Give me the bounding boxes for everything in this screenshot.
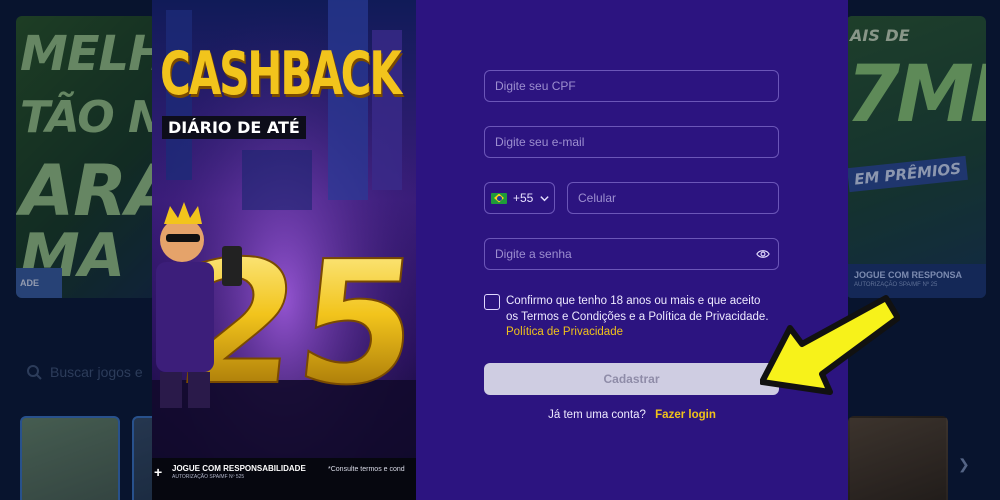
cashback-promo-image: 25% CASHBACK DIÁRIO DE ATÉ + JOGUE COM R… (152, 0, 416, 500)
signup-form-panel: +55 Confirmo que tenho 18 anos ou mais e… (416, 0, 848, 500)
login-prompt: Já tem uma conta? Fazer login (416, 409, 848, 421)
terms-line2: os Termos e Condições e a Política de Pr… (506, 310, 769, 323)
login-link[interactable]: Fazer login (655, 409, 716, 421)
have-account-text: Já tem uma conta? (548, 409, 646, 421)
privacy-policy-link[interactable]: Política de Privacidade (506, 325, 796, 341)
plus-18-icon: + (154, 464, 163, 480)
phone-input[interactable] (567, 182, 779, 214)
cpf-input[interactable] (484, 70, 779, 102)
eye-icon[interactable] (756, 247, 770, 261)
register-button[interactable]: Cadastrar (484, 363, 779, 395)
yellow-arrow-annotation (760, 295, 900, 395)
promo-subtitle: DIÁRIO DE ATÉ (162, 116, 306, 139)
email-input[interactable] (484, 126, 779, 158)
country-code-value: +55 (513, 191, 534, 205)
promo-footer: + JOGUE COM RESPONSABILIDADE AUTORIZAÇÃO… (152, 458, 416, 500)
promo-footer-line1: JOGUE COM RESPONSABILIDADE (172, 464, 306, 473)
promo-footer-line2: AUTORIZAÇÃO SPA/MF Nº 525 (172, 474, 245, 480)
country-code-select[interactable]: +55 (484, 182, 555, 214)
terms-text: Confirmo que tenho 18 anos ou mais e que… (506, 294, 796, 341)
promo-footer-note: *Consulte termos e cond (328, 466, 405, 473)
promo-title: CASHBACK (160, 39, 402, 109)
terms-line1: Confirmo que tenho 18 anos ou mais e que… (506, 295, 761, 307)
brazil-flag-icon (491, 192, 507, 204)
signup-modal: 25% CASHBACK DIÁRIO DE ATÉ + JOGUE COM R… (152, 0, 848, 500)
chevron-down-icon (539, 193, 550, 204)
terms-checkbox[interactable] (484, 294, 500, 310)
password-input[interactable] (484, 238, 779, 270)
